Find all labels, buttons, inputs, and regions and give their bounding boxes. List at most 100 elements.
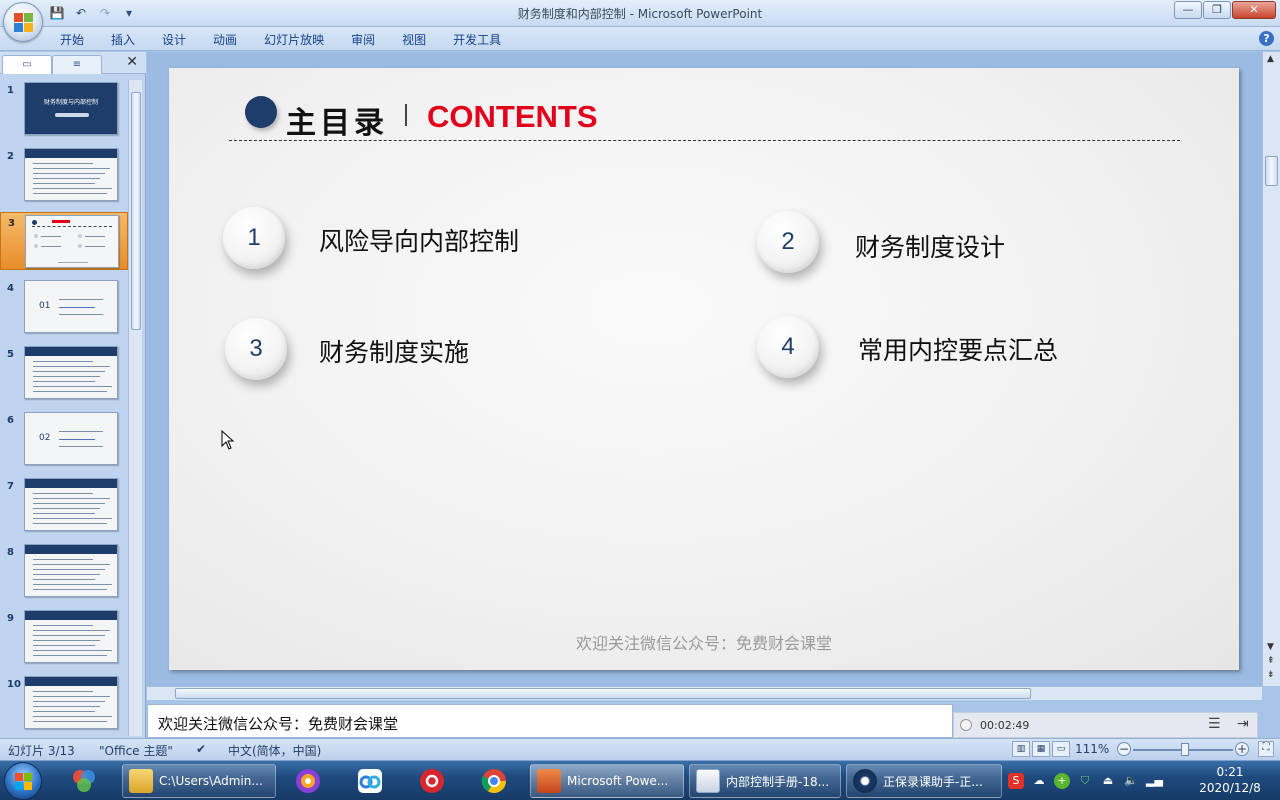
taskbar-powerpoint[interactable]: Microsoft Powe...: [530, 764, 684, 798]
taskbar-word[interactable]: 内部控制手册-18...: [689, 764, 841, 798]
tab-developer[interactable]: 开发工具: [453, 31, 501, 48]
notes-pane[interactable]: 欢迎关注微信公众号：免费财会课堂: [147, 704, 953, 738]
slide-vertical-scrollbar[interactable]: ▲ ▼ ⇞ ⇟: [1262, 52, 1280, 686]
item-number-4[interactable]: 4: [757, 316, 819, 378]
network-signal-icon[interactable]: ▂▄: [1146, 773, 1163, 789]
slide-thumbnail-preview: [24, 610, 118, 663]
previous-slide-icon[interactable]: ⇞: [1267, 656, 1275, 666]
slide-heading-en[interactable]: CONTENTS: [427, 99, 598, 135]
slide-thumbnail-number: 5: [7, 349, 14, 360]
slide-footer[interactable]: 欢迎关注微信公众号：免费财会课堂: [169, 630, 1239, 654]
slide-thumbnail-7[interactable]: 7: [0, 476, 128, 534]
tab-animations[interactable]: 动画: [213, 31, 237, 48]
scroll-up-icon[interactable]: ▲: [1267, 54, 1274, 64]
exit-icon[interactable]: ⇥: [1237, 716, 1249, 732]
zoom-out-icon[interactable]: −: [1117, 742, 1131, 756]
slide-heading-cn[interactable]: 主目录: [286, 98, 388, 142]
slide-thumbnail-number: 8: [7, 547, 14, 558]
tab-slides[interactable]: ▭: [2, 55, 52, 74]
horizontal-scroll-thumb[interactable]: [175, 688, 1031, 699]
tab-outline[interactable]: ≡: [52, 55, 102, 74]
tab-view[interactable]: 视图: [402, 31, 426, 48]
minimize-button[interactable]: —: [1174, 1, 1202, 19]
slide-thumbnail-1[interactable]: 1 财务制度与内部控制: [0, 80, 128, 138]
restore-button[interactable]: ❐: [1203, 1, 1231, 19]
pinned-chrome-icon[interactable]: [468, 764, 520, 798]
record-icon[interactable]: [960, 719, 972, 731]
spellcheck-icon[interactable]: ✔: [196, 742, 206, 756]
window-title: 财务制度和内部控制 - Microsoft PowerPoint: [517, 7, 763, 21]
recorder-icon: [853, 769, 877, 793]
usb-icon[interactable]: ⏏: [1100, 773, 1116, 789]
taskbar-clock[interactable]: 0:21 2020/12/8: [1195, 764, 1265, 796]
pinned-browser-icon[interactable]: [282, 764, 334, 798]
slide-canvas[interactable]: 主目录 CONTENTS 1 风险导向内部控制 2 财务制度设计 3 财务制度实…: [169, 68, 1239, 670]
language-indicator[interactable]: 中文(简体，中国): [228, 742, 321, 759]
taskbar-recorder[interactable]: 正保录课助手-正...: [846, 764, 1002, 798]
tab-insert[interactable]: 插入: [111, 31, 135, 48]
zoom-in-icon[interactable]: +: [1235, 742, 1249, 756]
sorter-view-icon[interactable]: ▦: [1032, 741, 1050, 757]
tab-slideshow[interactable]: 幻灯片放映: [264, 31, 324, 48]
plus-icon[interactable]: +: [1054, 773, 1070, 789]
slide-thumbnail-preview: [24, 676, 118, 729]
pinned-cloud-icon[interactable]: [344, 764, 396, 798]
slide-thumbnail-6[interactable]: 6 02: [0, 410, 128, 468]
thumbnails-scrollbar[interactable]: [128, 80, 142, 736]
normal-view-icon[interactable]: ▥: [1012, 741, 1030, 757]
slide-horizontal-scrollbar[interactable]: [147, 686, 1262, 700]
fit-to-window-icon[interactable]: ⛶: [1258, 741, 1274, 757]
slide-thumbnail-9[interactable]: 9: [0, 608, 128, 666]
input-method-icon[interactable]: S: [1008, 773, 1024, 789]
thumbnail-section-number: 02: [39, 433, 51, 443]
slide-thumbnail-8[interactable]: 8: [0, 542, 128, 600]
slide-thumbnail-4[interactable]: 4 01: [0, 278, 128, 336]
clock-date: 2020/12/8: [1199, 781, 1261, 795]
powerpoint-icon: [537, 769, 561, 793]
close-panel-icon[interactable]: ✕: [126, 54, 138, 70]
help-icon[interactable]: ?: [1259, 31, 1274, 46]
zoom-level[interactable]: 111%: [1075, 742, 1109, 756]
scroll-down-icon[interactable]: ▼: [1267, 642, 1274, 652]
vertical-scroll-thumb[interactable]: [1265, 156, 1278, 186]
slide-thumbnail-2[interactable]: 2: [0, 146, 128, 204]
pinned-app-icon[interactable]: [58, 764, 110, 798]
slide-thumbnail-5[interactable]: 5: [0, 344, 128, 402]
taskbar-explorer[interactable]: C:\Users\Admin...: [122, 764, 276, 798]
item-text-1[interactable]: 风险导向内部控制: [319, 222, 519, 258]
scroll-thumb[interactable]: [131, 92, 141, 330]
item-text-2[interactable]: 财务制度设计: [855, 228, 1005, 264]
recorder-bar: 00:02:49 ☰ ⇥: [953, 712, 1258, 738]
slide-thumbnail-preview: [24, 478, 118, 531]
status-bar: 幻灯片 3/13 "Office 主题" ✔ 中文(简体，中国) ▥ ▦ ▭ 1…: [0, 738, 1280, 760]
heading-dot-icon: [245, 96, 277, 128]
heading-separator: [405, 104, 407, 126]
zoom-slider-knob[interactable]: [1181, 743, 1189, 756]
item-number-3[interactable]: 3: [225, 318, 287, 380]
item-number-1[interactable]: 1: [223, 207, 285, 269]
slide-thumbnail-number: 7: [7, 481, 14, 492]
heading-divider: [229, 140, 1180, 141]
security-shield-icon[interactable]: ⛉: [1077, 773, 1093, 789]
list-icon[interactable]: ☰: [1208, 716, 1221, 732]
recording-time: 00:02:49: [980, 719, 1030, 732]
close-button[interactable]: ✕: [1232, 1, 1276, 19]
slide-thumbnail-3[interactable]: 3: [0, 212, 128, 270]
slideshow-view-icon[interactable]: ▭: [1052, 741, 1070, 757]
item-text-3[interactable]: 财务制度实施: [319, 333, 469, 369]
tab-home[interactable]: 开始: [60, 31, 84, 48]
slide-thumbnail-10[interactable]: 10: [0, 674, 128, 732]
taskbar-word-label: 内部控制手册-18...: [726, 774, 830, 789]
pinned-music-icon[interactable]: [406, 764, 458, 798]
notes-text[interactable]: 欢迎关注微信公众号：免费财会课堂: [158, 713, 398, 734]
volume-icon[interactable]: 🔈: [1123, 773, 1139, 789]
tab-review[interactable]: 审阅: [351, 31, 375, 48]
network-drive-icon[interactable]: ☁: [1031, 773, 1047, 789]
office-button[interactable]: [3, 2, 43, 42]
item-number-2[interactable]: 2: [757, 211, 819, 273]
office-logo-icon: [14, 13, 34, 33]
start-button[interactable]: [4, 762, 42, 800]
item-text-4[interactable]: 常用内控要点汇总: [858, 331, 1058, 367]
tab-design[interactable]: 设计: [162, 31, 186, 48]
next-slide-icon[interactable]: ⇟: [1267, 670, 1275, 680]
